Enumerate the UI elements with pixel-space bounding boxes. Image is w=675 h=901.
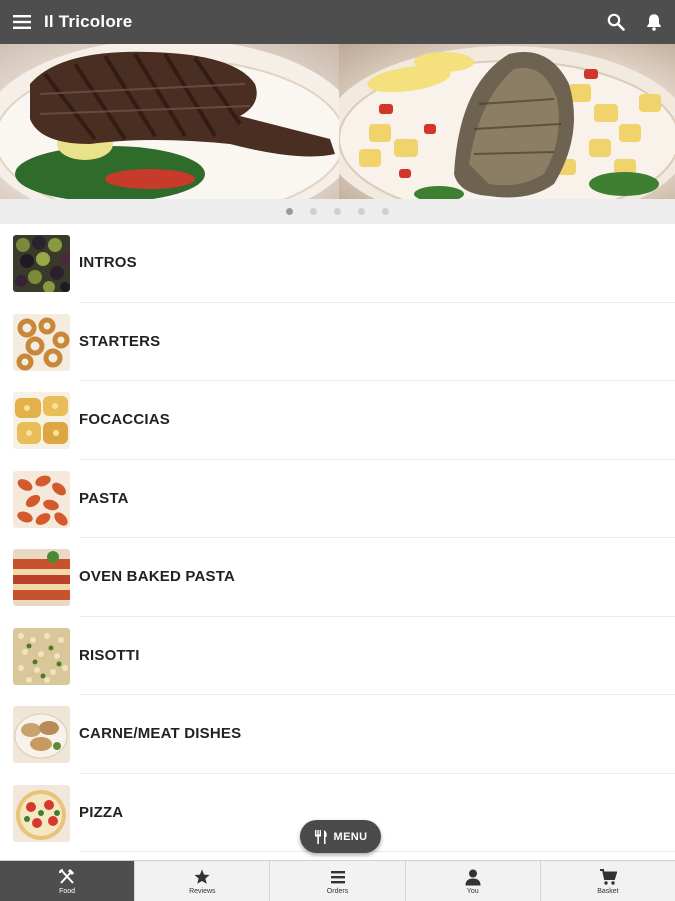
app-title: Il Tricolore <box>44 12 133 31</box>
intros-thumbnail <box>13 235 70 292</box>
carne-meat-dishes-thumbnail <box>13 706 70 763</box>
nav-tab-label: You <box>466 887 479 895</box>
row-divider <box>79 851 675 852</box>
nav-tab-label: Reviews <box>189 887 216 895</box>
app-bar: Il Tricolore <box>0 0 675 44</box>
carousel-pager <box>0 199 675 224</box>
category-label: STARTERS <box>79 332 161 350</box>
nav-tab-basket[interactable]: Basket <box>539 861 675 901</box>
category-row-oven-baked-pasta[interactable]: OVEN BAKED PASTA <box>0 538 675 617</box>
nav-tab-label: Orders <box>326 887 349 895</box>
search-icon[interactable] <box>597 0 635 44</box>
category-label: PASTA <box>79 489 129 507</box>
nav-tab-label: Food <box>59 887 76 895</box>
pizza-thumbnail <box>13 784 70 842</box>
category-label: OVEN BAKED PASTA <box>79 568 235 585</box>
pager-dot-3[interactable] <box>334 208 341 215</box>
category-row-focaccias[interactable]: FOCACCIAS <box>0 381 675 460</box>
cutlery-icon <box>59 868 75 884</box>
banner-slide-steak[interactable] <box>0 44 339 199</box>
nav-tab-food[interactable]: Food <box>0 861 135 901</box>
pager-dot-4[interactable] <box>358 208 365 215</box>
menu-fab-label: MENU <box>333 830 368 843</box>
category-row-pasta[interactable]: PASTA <box>0 460 675 538</box>
banner-carousel[interactable] <box>0 44 675 199</box>
cart-icon <box>599 868 617 885</box>
banner-slide-fish[interactable] <box>339 44 675 199</box>
pager-dot-2[interactable] <box>310 208 317 215</box>
category-row-risotti[interactable]: RISOTTI <box>0 617 675 695</box>
person-icon <box>465 869 481 885</box>
cutlery-icon <box>314 829 327 844</box>
category-label: INTROS <box>79 254 137 271</box>
starters-thumbnail <box>13 313 70 371</box>
pasta-thumbnail <box>13 470 70 528</box>
category-label: RISOTTI <box>79 646 140 664</box>
pager-dot-1[interactable] <box>286 208 293 215</box>
category-list: INTROS STARTERS FOCACCIAS PASTA OVEN BAK… <box>0 224 675 852</box>
category-row-carne-meat-dishes[interactable]: CARNE/MEAT DISHES <box>0 695 675 774</box>
nav-tab-reviews[interactable]: Reviews <box>134 861 269 901</box>
bottom-navigation: Food Reviews Orders You Basket <box>0 860 675 901</box>
category-label: CARNE/MEAT DISHES <box>79 725 242 742</box>
star-icon <box>194 869 210 884</box>
category-row-intros[interactable]: INTROS <box>0 224 675 303</box>
nav-tab-orders[interactable]: Orders <box>269 861 404 901</box>
list-icon <box>330 870 345 883</box>
nav-tab-label: Basket <box>597 887 619 895</box>
pager-dot-5[interactable] <box>382 208 389 215</box>
menu-fab-button[interactable]: MENU <box>300 820 381 853</box>
focaccias-thumbnail <box>13 392 70 449</box>
nav-tab-you[interactable]: You <box>404 861 540 901</box>
notification-bell-icon[interactable] <box>635 0 673 44</box>
oven-baked-pasta-thumbnail <box>13 549 70 606</box>
category-label: FOCACCIAS <box>79 411 170 428</box>
risotti-thumbnail <box>13 627 70 685</box>
category-row-starters[interactable]: STARTERS <box>0 303 675 381</box>
category-label: PIZZA <box>79 803 124 821</box>
hamburger-menu-icon[interactable] <box>0 0 44 44</box>
